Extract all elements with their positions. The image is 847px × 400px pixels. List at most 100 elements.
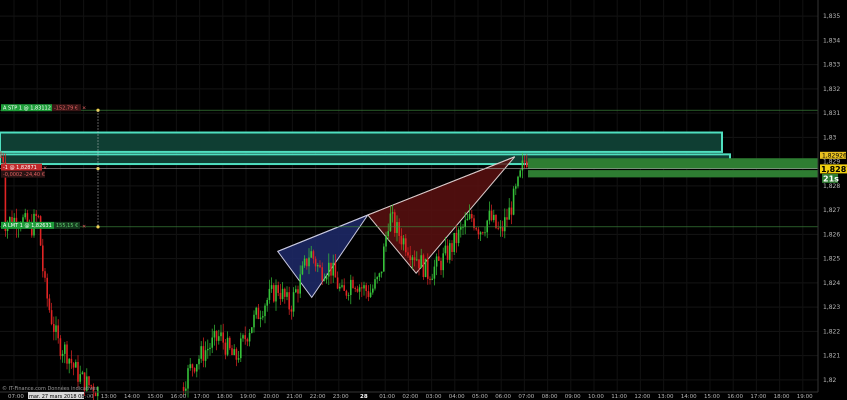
candle-body (275, 285, 277, 302)
time-tick-label: 12:00 (634, 394, 650, 400)
candle-body (75, 362, 77, 368)
position-close-icon[interactable]: ✕ (43, 165, 47, 171)
candle-body (79, 374, 81, 382)
candle-body (220, 332, 222, 337)
chart-canvas[interactable]: A STP 1 @ 1,83112 -152,79 € ✕ -1 @ 1,82871-… (0, 0, 847, 400)
time-tick-label: 10:00 (588, 394, 604, 400)
candle-body (422, 255, 425, 277)
price-tick-label: 1,835 (823, 13, 840, 20)
candle-body (226, 337, 229, 355)
candle-body (350, 279, 352, 296)
price-tick-label: 1,832 (823, 86, 840, 93)
limit-order-handle[interactable] (96, 225, 100, 229)
candle-body (378, 273, 381, 278)
candle-body (292, 292, 295, 312)
candle-body (259, 317, 262, 319)
candle-body (53, 324, 55, 332)
candle-body (218, 336, 220, 341)
candle-body (46, 277, 48, 299)
limit-order-close-icon[interactable]: ✕ (82, 224, 86, 230)
pattern-triangle-xab (276, 213, 370, 299)
candle-body (374, 279, 376, 289)
price-tick-label: 1,826 (823, 231, 840, 238)
candle-body (268, 288, 271, 300)
candle-body (482, 232, 484, 234)
candle-body (187, 368, 189, 389)
candle-body (394, 212, 396, 233)
candle-body (510, 207, 513, 215)
candle-body (297, 289, 299, 294)
price-zones (0, 131, 818, 178)
candle-body (484, 232, 486, 234)
price-tick-label: 1,82 (823, 377, 837, 384)
price-tick-label: 1,822 (823, 328, 840, 335)
time-tick-label: 14:00 (681, 394, 697, 400)
candle-body (411, 257, 414, 260)
time-tick-label: 28 (360, 394, 368, 400)
candle-body (493, 214, 495, 221)
candle-body (341, 285, 343, 287)
candle-body (257, 307, 260, 319)
price-tick-label: 1,825 (823, 256, 840, 263)
candle-body (455, 232, 458, 244)
candle-body (413, 257, 416, 261)
candle-body (460, 227, 462, 230)
candle-body (237, 358, 240, 360)
candle-body (48, 298, 51, 311)
price-marker-label: 1,82926 (822, 152, 847, 159)
stop-order-value-text: -152,79 € (54, 105, 78, 111)
candle-body (517, 176, 519, 187)
target-zone-top (528, 158, 818, 169)
candle-body (387, 231, 389, 237)
grid (0, 0, 818, 392)
candle-body (354, 287, 356, 289)
time-tick-label: 17:00 (194, 394, 210, 400)
candle-body (457, 229, 460, 244)
candle-body (345, 290, 348, 296)
candle-body (471, 214, 473, 219)
candle-body (308, 257, 310, 267)
candle-body (526, 161, 528, 168)
time-tick-label: 18:00 (774, 394, 790, 400)
candle-body (288, 292, 290, 310)
candle-body (523, 160, 526, 162)
candle-body (365, 285, 367, 292)
candle-body (488, 210, 491, 221)
trading-chart[interactable]: A STP 1 @ 1,83112 -152,79 € ✕ -1 @ 1,82871-… (0, 0, 847, 400)
time-tick-label: 04:00 (449, 394, 465, 400)
candle-body (468, 214, 471, 219)
candle-body (398, 222, 400, 236)
candle-body (475, 228, 477, 230)
candle-body (55, 325, 57, 332)
candle-body (66, 344, 68, 364)
candle-body (435, 256, 438, 267)
candle-body (233, 349, 235, 356)
limit-order-value-text: 155,15 € (56, 223, 78, 229)
time-tick-label: 23:00 (333, 394, 349, 400)
candle-body (303, 258, 306, 266)
candle-body (367, 291, 370, 297)
time-tick-label: 17:00 (750, 394, 766, 400)
candle-body (44, 271, 46, 278)
candle-body (506, 217, 508, 220)
candle-body (330, 262, 332, 276)
price-tick-label: 1,831 (823, 110, 840, 117)
candle-body (235, 349, 238, 360)
candle-body (77, 362, 79, 382)
candle-body (224, 342, 227, 355)
price-tick-label: 1,823 (823, 304, 840, 311)
candle-body (332, 262, 334, 276)
candle-body (317, 264, 319, 267)
candle-body (418, 259, 420, 269)
candle-body (202, 346, 205, 361)
candle-body (416, 259, 418, 261)
candle-body (198, 358, 200, 365)
position-label-text: -1 @ 1,82871 (3, 165, 37, 171)
candle-body (519, 170, 521, 177)
stop-order-close-icon[interactable]: ✕ (82, 105, 86, 111)
candle-body (301, 265, 304, 275)
candle-body (323, 279, 326, 281)
candle-body (35, 213, 37, 217)
candle-body (321, 267, 323, 281)
price-axis: 1,8351,8341,8331,8321,8311,831,8291,8281… (817, 0, 847, 400)
